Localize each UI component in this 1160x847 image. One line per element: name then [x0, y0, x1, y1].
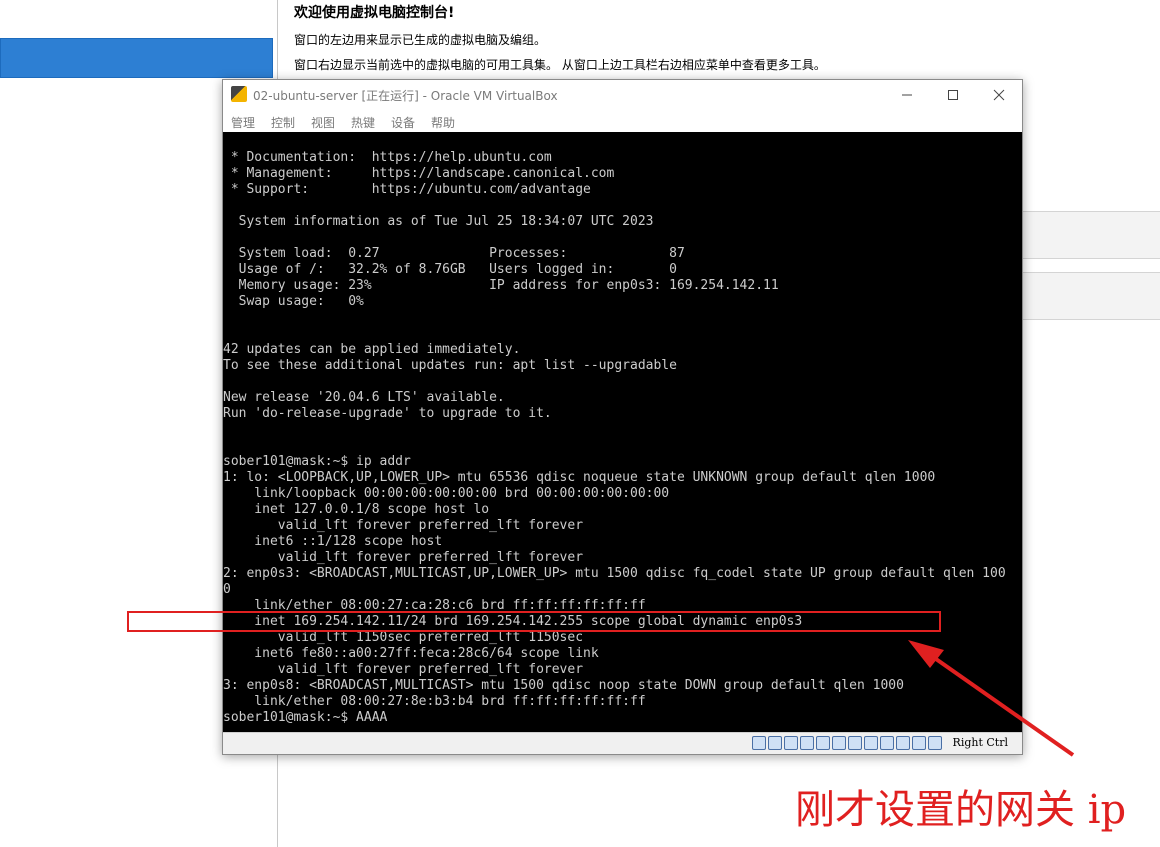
annotation-arrow-icon [908, 640, 1075, 757]
annotation-label: 刚才设置的网关 ip [795, 787, 1127, 833]
